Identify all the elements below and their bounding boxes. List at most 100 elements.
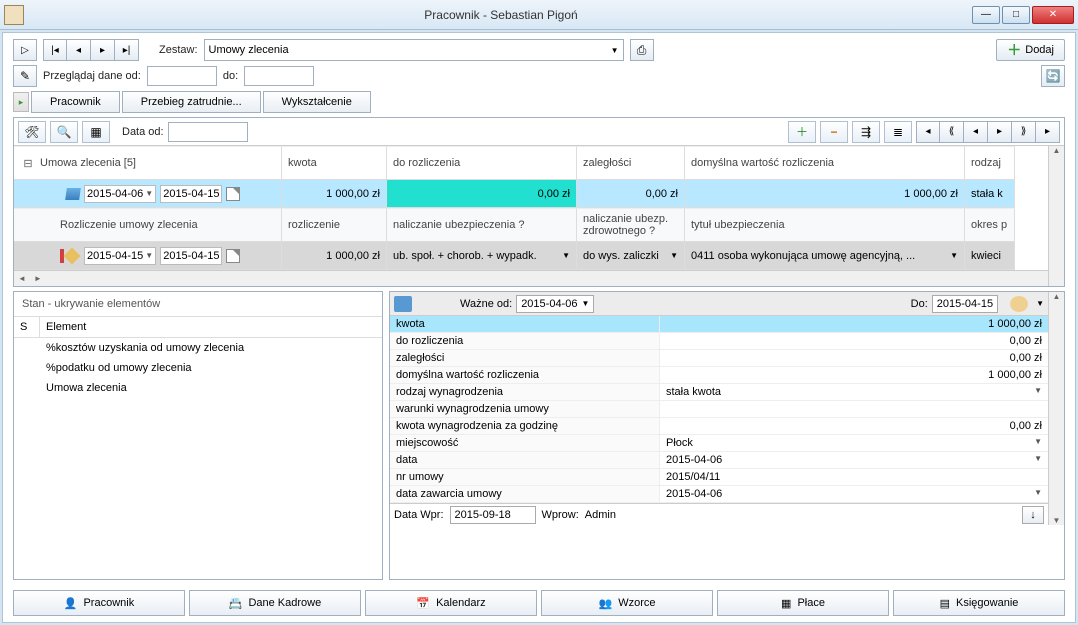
detail-row[interactable]: do rozliczenia0,00 zł bbox=[390, 333, 1048, 350]
detail-value[interactable]: 1 000,00 zł bbox=[660, 316, 1048, 333]
collapse-icon[interactable]: ⊟ bbox=[20, 157, 36, 170]
remove-row-button[interactable]: − bbox=[820, 121, 848, 143]
grid-header-dorozl[interactable]: do rozliczenia bbox=[387, 146, 577, 180]
nav-last-button[interactable]: ▸| bbox=[115, 39, 139, 61]
grid-header-zaleg[interactable]: zaległości bbox=[577, 146, 685, 180]
detail-row[interactable]: rodzaj wynagrodzeniastała kwota▼ bbox=[390, 384, 1048, 401]
chevron-down-icon[interactable]: ▼ bbox=[1034, 488, 1042, 500]
detail-row[interactable]: kwota1 000,00 zł bbox=[390, 316, 1048, 333]
detail-row[interactable]: miejscowośćPłock▼ bbox=[390, 435, 1048, 452]
grid-prev-button[interactable]: ◂ bbox=[964, 121, 988, 143]
grid-header-rozl[interactable]: Rozliczenie umowy zlecenia bbox=[14, 208, 282, 242]
detail-value[interactable]: 2015-04-06▼ bbox=[660, 452, 1048, 469]
chevron-down-icon[interactable]: ▼ bbox=[145, 251, 153, 260]
page-icon[interactable] bbox=[226, 187, 240, 201]
detail-value[interactable]: 1 000,00 zł bbox=[660, 367, 1048, 384]
add-button[interactable]: ＋ Dodaj bbox=[996, 39, 1065, 61]
tab-wyksztalcenie[interactable]: Wykształcenie bbox=[263, 91, 371, 113]
grid-header-rozl2[interactable]: rozliczenie bbox=[282, 208, 387, 242]
down-arrow-button[interactable]: ↓ bbox=[1022, 506, 1044, 524]
grid-row-rozliczenie[interactable]: 2015-04-15▼ 2015-04-15 1 000,00 zł ub. s… bbox=[14, 242, 1048, 270]
minimize-button[interactable]: — bbox=[972, 6, 1000, 24]
grid-header-kwota[interactable]: kwota bbox=[282, 146, 387, 180]
detail-value[interactable]: stała kwota▼ bbox=[660, 384, 1048, 401]
grid-last-button[interactable]: ▸ bbox=[1036, 121, 1060, 143]
detail-value[interactable]: 2015/04/11 bbox=[660, 469, 1048, 486]
bottom-tab-place[interactable]: ▦Płace bbox=[717, 590, 889, 616]
detail-row[interactable]: warunki wynagrodzenia umowy bbox=[390, 401, 1048, 418]
detail-row[interactable]: zaległości0,00 zł bbox=[390, 350, 1048, 367]
date-to-input[interactable] bbox=[244, 66, 314, 86]
date1-field[interactable]: 2015-04-06▼ bbox=[84, 185, 156, 203]
bottom-tab-ksiegowanie[interactable]: ▤Księgowanie bbox=[893, 590, 1065, 616]
bottom-tab-dane-kadrowe[interactable]: 📇Dane Kadrowe bbox=[189, 590, 361, 616]
detail-row[interactable]: nr umowy2015/04/11 bbox=[390, 469, 1048, 486]
list-item[interactable]: %podatku od umowy zlecenia bbox=[14, 358, 382, 378]
detail-value[interactable] bbox=[660, 401, 1048, 418]
detail-value[interactable]: Płock▼ bbox=[660, 435, 1048, 452]
stan-col-element[interactable]: Element bbox=[40, 317, 382, 337]
detail-value[interactable]: 0,00 zł bbox=[660, 333, 1048, 350]
nav-prev-button[interactable]: ◂ bbox=[67, 39, 91, 61]
grid-cell-nalicz-ubezp[interactable]: ub. społ. + chorob. + wypadk.▼ bbox=[387, 242, 577, 270]
grid-fastnext-button[interactable]: ⟫ bbox=[1012, 121, 1036, 143]
search-button[interactable]: 🔍 bbox=[50, 121, 78, 143]
grid-button[interactable]: ▦ bbox=[82, 121, 110, 143]
zestaw-select[interactable]: Umowy zlecenia ▼ bbox=[204, 39, 624, 61]
stan-col-s[interactable]: S bbox=[14, 317, 40, 337]
chevron-down-icon[interactable]: ▼ bbox=[1034, 454, 1042, 466]
grid-date-from-input[interactable] bbox=[168, 122, 248, 142]
detail-value[interactable]: 0,00 zł bbox=[660, 418, 1048, 435]
grid-first-button[interactable]: ◂ bbox=[916, 121, 940, 143]
filter-button-2[interactable]: ≣ bbox=[884, 121, 912, 143]
grid-next-button[interactable]: ▸ bbox=[988, 121, 1012, 143]
detail-value[interactable]: 2015-04-06▼ bbox=[660, 486, 1048, 503]
wazne-od-field[interactable]: 2015-04-06▼ bbox=[516, 295, 594, 313]
grid-header-rodzaj[interactable]: rodzaj bbox=[965, 146, 1015, 180]
tab-przebieg[interactable]: Przebieg zatrudnie... bbox=[122, 91, 261, 113]
data-wpr-field[interactable]: 2015-09-18 bbox=[450, 506, 536, 524]
chevron-down-icon[interactable]: ▼ bbox=[1034, 437, 1042, 449]
chevron-down-icon[interactable]: ▼ bbox=[562, 251, 570, 260]
nav-first-button[interactable]: |◂ bbox=[43, 39, 67, 61]
refresh-button[interactable]: 🔄 bbox=[1041, 65, 1065, 87]
grid-row-umowa[interactable]: 2015-04-06▼ 2015-04-15 1 000,00 zł 0,00 … bbox=[14, 180, 1048, 208]
tab-pracownik[interactable]: Pracownik bbox=[31, 91, 120, 113]
detail-row[interactable]: data zawarcia umowy2015-04-06▼ bbox=[390, 486, 1048, 503]
rozl-date2-field[interactable]: 2015-04-15 bbox=[160, 247, 222, 265]
list-item[interactable]: %kosztów uzyskania od umowy zlecenia bbox=[14, 338, 382, 358]
zestaw-tool-button[interactable]: ⎙ bbox=[630, 39, 654, 61]
maximize-button[interactable]: □ bbox=[1002, 6, 1030, 24]
detail-vertical-scrollbar[interactable]: ▲ ▼ bbox=[1048, 292, 1064, 525]
date-from-input[interactable] bbox=[147, 66, 217, 86]
grid-horizontal-scrollbar[interactable] bbox=[14, 270, 1048, 286]
filter-button-1[interactable]: ⇶ bbox=[852, 121, 880, 143]
grid-header-domysl[interactable]: domyślna wartość rozliczenia bbox=[685, 146, 965, 180]
detail-row[interactable]: kwota wynagrodzenia za godzinę0,00 zł bbox=[390, 418, 1048, 435]
do-field[interactable]: 2015-04-15 bbox=[932, 295, 998, 313]
grid-header-umowa[interactable]: ⊟ Umowa zlecenia [5] bbox=[14, 146, 282, 180]
detail-row[interactable]: domyślna wartość rozliczenia1 000,00 zł bbox=[390, 367, 1048, 384]
grid-header-tytul[interactable]: tytuł ubezpieczenia bbox=[685, 208, 965, 242]
detail-value[interactable]: 0,00 zł bbox=[660, 350, 1048, 367]
edit-icon-button[interactable]: ✎ bbox=[13, 65, 37, 87]
close-button[interactable]: ✕ bbox=[1032, 6, 1074, 24]
chevron-down-icon[interactable]: ▼ bbox=[950, 251, 958, 260]
bottom-tab-kalendarz[interactable]: 📅Kalendarz bbox=[365, 590, 537, 616]
play-button[interactable]: ▷ bbox=[13, 39, 37, 61]
chevron-down-icon[interactable]: ▼ bbox=[670, 251, 678, 260]
page-icon[interactable] bbox=[226, 249, 240, 263]
chevron-down-icon[interactable]: ▼ bbox=[145, 189, 153, 198]
grid-header-okres[interactable]: okres p bbox=[965, 208, 1015, 242]
detail-row[interactable]: data2015-04-06▼ bbox=[390, 452, 1048, 469]
grid-header-nalicz-zdrow[interactable]: naliczanie ubezp. zdrowotnego ? bbox=[577, 208, 685, 242]
list-item[interactable]: Umowa zlecenia bbox=[14, 378, 382, 398]
date2-field[interactable]: 2015-04-15 bbox=[160, 185, 222, 203]
chevron-down-icon[interactable]: ▼ bbox=[1036, 299, 1044, 308]
grid-header-nalicz-ubezp[interactable]: naliczanie ubezpieczenia ? bbox=[387, 208, 577, 242]
tools-button[interactable]: 🛠 bbox=[18, 121, 46, 143]
grid-fastprev-button[interactable]: ⟪ bbox=[940, 121, 964, 143]
bottom-tab-pracownik[interactable]: 👤Pracownik bbox=[13, 590, 185, 616]
grid-cell-tytul[interactable]: 0411 osoba wykonująca umowę agencyjną, .… bbox=[685, 242, 965, 270]
grid-cell-nalicz-zdrow[interactable]: do wys. zaliczki▼ bbox=[577, 242, 685, 270]
